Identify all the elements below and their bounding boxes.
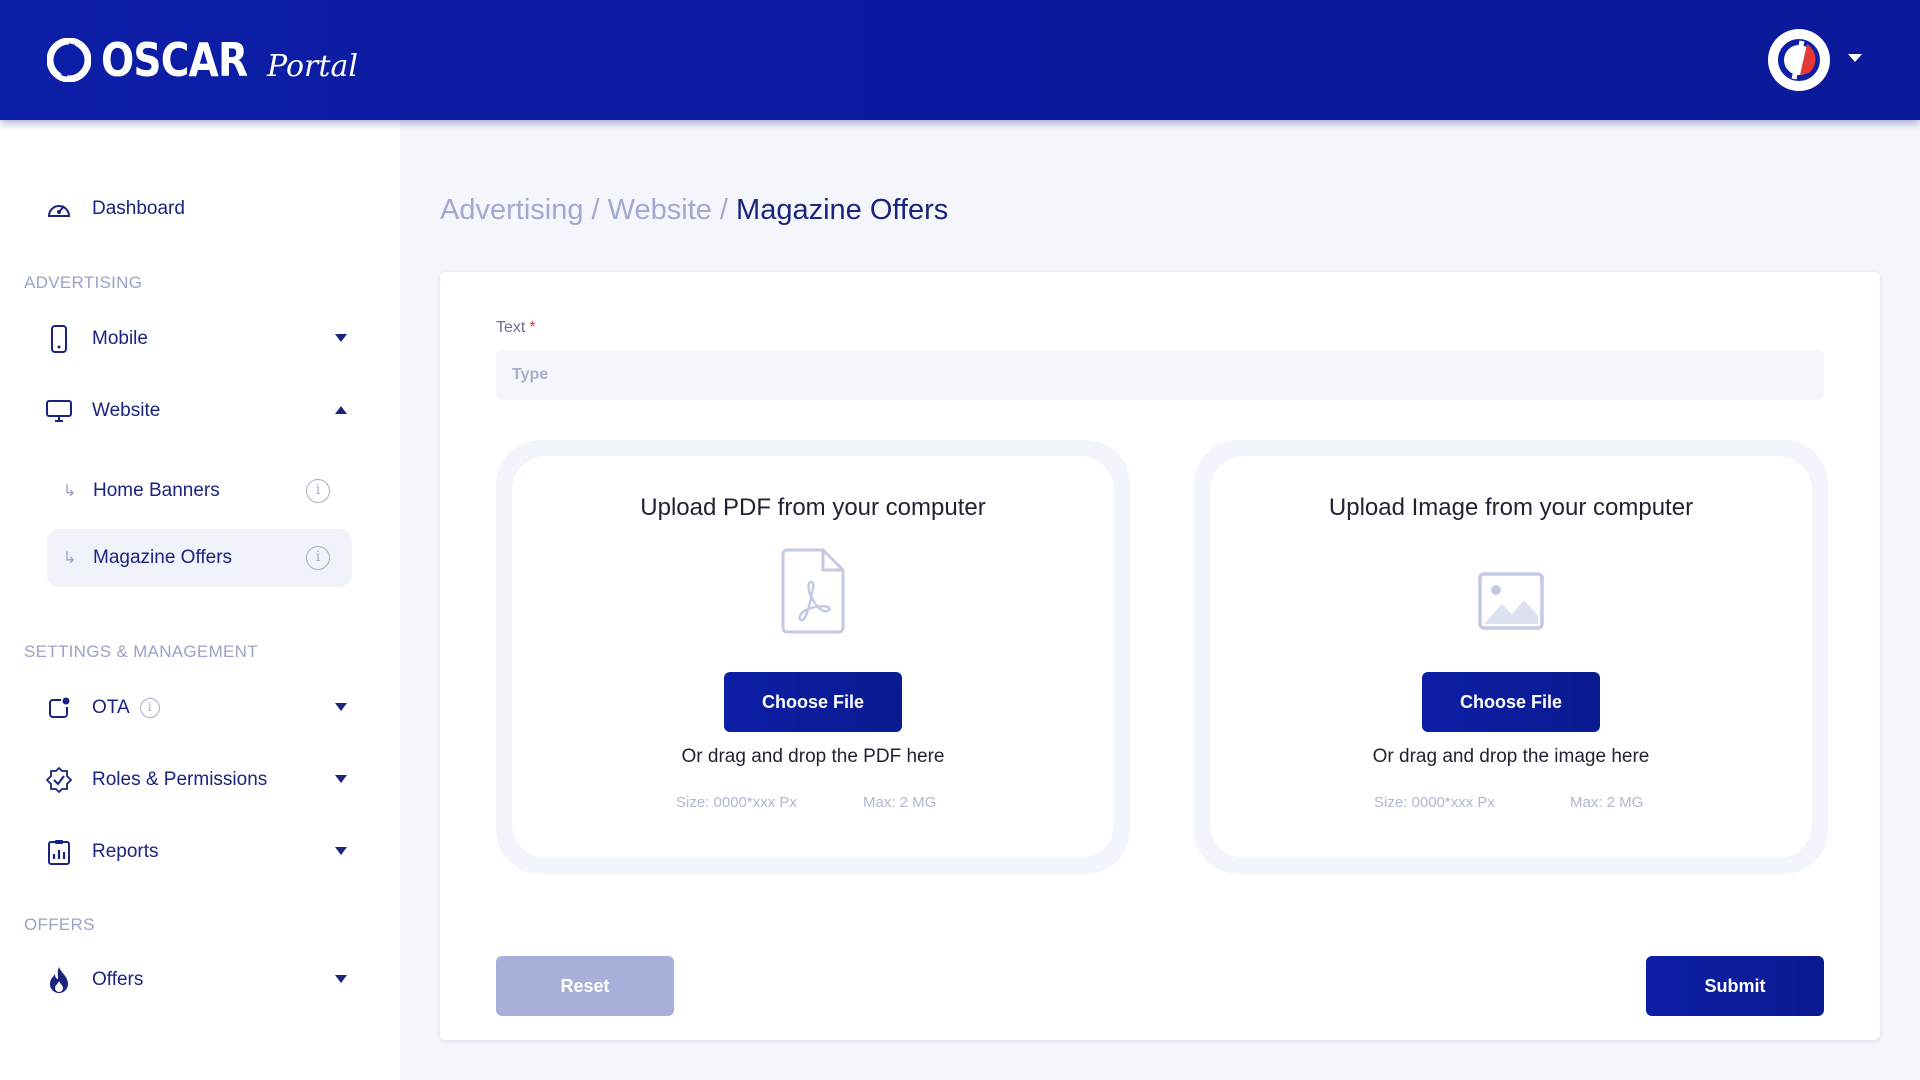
sub-arrow-icon: ↳ — [63, 550, 77, 567]
pdf-upload-title: Upload PDF from your computer — [640, 494, 986, 521]
sidebar-item-dashboard[interactable]: Dashboard — [45, 180, 355, 238]
info-icon[interactable]: i — [139, 698, 160, 718]
user-avatar-icon — [1778, 39, 1820, 81]
sidebar-item-label: Reports — [92, 841, 159, 862]
top-header: OSCAR Portal — [0, 0, 1920, 120]
image-drag-text: Or drag and drop the image here — [1372, 746, 1650, 767]
image-upload-zone[interactable]: Upload Image from your computer Choose F… — [1194, 440, 1828, 874]
sidebar-item-mobile[interactable]: Mobile — [45, 310, 355, 368]
sidebar-item-website[interactable]: Website — [45, 382, 355, 440]
chevron-down-icon[interactable] — [1848, 54, 1862, 62]
breadcrumb-advertising[interactable]: Advertising / — [440, 194, 608, 226]
sidebar-subitem-home-banners[interactable]: ↳ Home Banners i — [47, 462, 352, 520]
sidebar-item-ota[interactable]: OTA i — [45, 679, 355, 737]
sidebar-item-offers[interactable]: Offers — [45, 951, 355, 1009]
sub-arrow-icon: ↳ — [63, 483, 77, 500]
chevron-down-icon — [335, 775, 347, 783]
sidebar-item-roles-permissions[interactable]: Roles & Permissions — [45, 751, 355, 809]
required-mark: * — [529, 319, 536, 336]
image-upload-title: Upload Image from your computer — [1328, 494, 1694, 521]
chevron-up-icon — [335, 406, 347, 414]
badge-check-icon — [45, 766, 73, 794]
breadcrumb: Advertising / Website / Magazine Offers — [440, 194, 948, 227]
sidebar: Dashboard ADVERTISING Mobile Website ↳ H… — [0, 120, 400, 1080]
pdf-upload-panel: Upload PDF from your computer Choose Fil… — [512, 456, 1114, 858]
chevron-down-icon — [335, 975, 347, 983]
breadcrumb-current: Magazine Offers — [736, 194, 949, 226]
flame-icon — [45, 966, 73, 994]
sidebar-item-label: Magazine Offers — [93, 547, 233, 568]
brand-name: OSCAR — [101, 33, 248, 87]
breadcrumb-website[interactable]: Website / — [608, 194, 736, 226]
report-chart-icon — [45, 838, 73, 866]
image-max-hint: Max: 2 MG — [1570, 794, 1644, 811]
sidebar-subitem-magazine-offers[interactable]: ↳ Magazine Offers i — [47, 529, 352, 587]
reset-button[interactable]: Reset — [496, 956, 674, 1016]
image-size-hint: Size: 0000*xxx Px — [1374, 794, 1495, 811]
chevron-down-icon — [335, 703, 347, 711]
pdf-upload-zone[interactable]: Upload PDF from your computer Choose Fil… — [496, 440, 1130, 874]
oscar-logo-icon — [47, 38, 91, 82]
sidebar-item-label: OTA — [92, 697, 130, 718]
sidebar-item-label: Dashboard — [92, 198, 185, 219]
choose-image-button[interactable]: Choose File — [1422, 672, 1600, 732]
sidebar-item-label: Home Banners — [93, 480, 220, 501]
section-label-offers: OFFERS — [24, 915, 95, 934]
sidebar-item-label: Offers — [92, 969, 144, 990]
magazine-offer-form-card: Text* Upload PDF from your computer Choo… — [440, 272, 1880, 1040]
speedometer-icon — [45, 195, 73, 223]
sidebar-item-label: Mobile — [92, 328, 148, 349]
chevron-down-icon — [335, 334, 347, 342]
ota-icon — [45, 694, 73, 722]
pdf-size-hint: Size: 0000*xxx Px — [676, 794, 797, 811]
info-icon[interactable]: i — [306, 546, 330, 570]
pdf-file-icon — [781, 548, 845, 634]
sidebar-item-label: Website — [92, 400, 161, 421]
sidebar-item-reports[interactable]: Reports — [45, 823, 355, 881]
image-upload-panel: Upload Image from your computer Choose F… — [1210, 456, 1812, 858]
text-label: Text — [496, 319, 526, 336]
user-avatar[interactable] — [1768, 29, 1830, 91]
brand-logo[interactable]: OSCAR Portal — [47, 32, 358, 87]
text-input[interactable] — [496, 350, 1824, 400]
image-icon — [1478, 572, 1544, 630]
pdf-max-hint: Max: 2 MG — [863, 794, 937, 811]
section-label-settings: SETTINGS & MANAGEMENT — [24, 642, 258, 661]
info-icon[interactable]: i — [306, 479, 330, 503]
monitor-icon — [45, 397, 73, 425]
mobile-phone-icon — [45, 325, 73, 353]
sidebar-item-label: Roles & Permissions — [92, 769, 268, 790]
text-field-label: Text * — [496, 319, 536, 337]
section-label-advertising: ADVERTISING — [24, 273, 143, 292]
pdf-drag-text: Or drag and drop the PDF here — [681, 746, 945, 767]
submit-button[interactable]: Submit — [1646, 956, 1824, 1016]
choose-pdf-button[interactable]: Choose File — [724, 672, 902, 732]
chevron-down-icon — [335, 847, 347, 855]
brand-subtitle: Portal — [267, 49, 358, 84]
